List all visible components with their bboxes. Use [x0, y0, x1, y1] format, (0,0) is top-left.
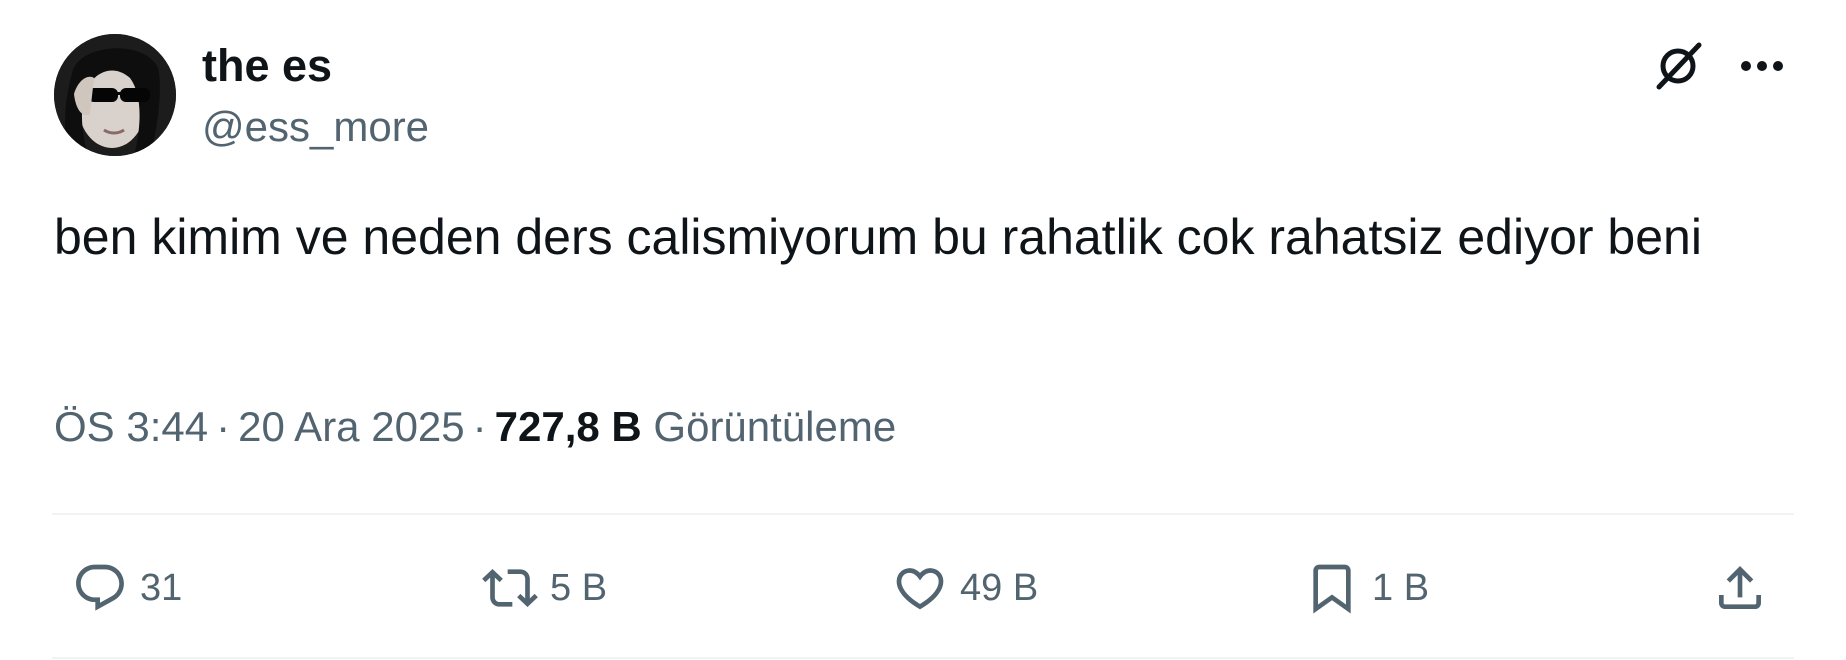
grok-button[interactable] [1646, 34, 1710, 98]
more-options-button[interactable] [1730, 34, 1794, 98]
divider [52, 657, 1794, 659]
like-button[interactable]: 49 B [888, 556, 1038, 620]
views-count[interactable]: 727,8 B [495, 403, 642, 450]
divider [52, 513, 1794, 515]
author-handle[interactable]: @ess_more [202, 100, 429, 154]
meta-separator: · [472, 403, 487, 450]
avatar-image [54, 34, 176, 156]
tweet-meta: ÖS 3:44 · 20 Ara 2025 · 727,8 B Görüntüleme [54, 398, 896, 456]
reply-icon [68, 556, 132, 620]
tweet-time[interactable]: ÖS 3:44 [54, 403, 208, 450]
reply-button[interactable]: 31 [68, 556, 182, 620]
like-count: 49 B [960, 567, 1039, 609]
tweet-text: ben kimim ve neden ders calismiyorum bu … [54, 209, 1702, 265]
tweet-card: the es @ess_more ben kimim ve neden ders… [0, 0, 1846, 660]
retweet-icon [478, 556, 542, 620]
more-dots-icon [1741, 61, 1783, 71]
share-button[interactable] [1708, 556, 1772, 620]
heart-icon [888, 556, 952, 620]
retweet-button[interactable]: 5 B [478, 556, 607, 620]
bookmark-count: 1 B [1372, 567, 1430, 609]
bookmark-icon [1300, 556, 1364, 620]
tweet-date[interactable]: 20 Ara 2025 [238, 403, 465, 450]
grok-icon [1656, 42, 1702, 90]
views-label: Görüntüleme [653, 403, 897, 450]
retweet-count: 5 B [550, 567, 608, 609]
bookmark-button[interactable]: 1 B [1300, 556, 1429, 620]
reply-count: 31 [140, 567, 183, 609]
author-display-name[interactable]: the es [202, 38, 332, 94]
share-icon [1708, 556, 1772, 620]
meta-separator: · [216, 403, 231, 450]
author-avatar[interactable] [54, 34, 176, 156]
